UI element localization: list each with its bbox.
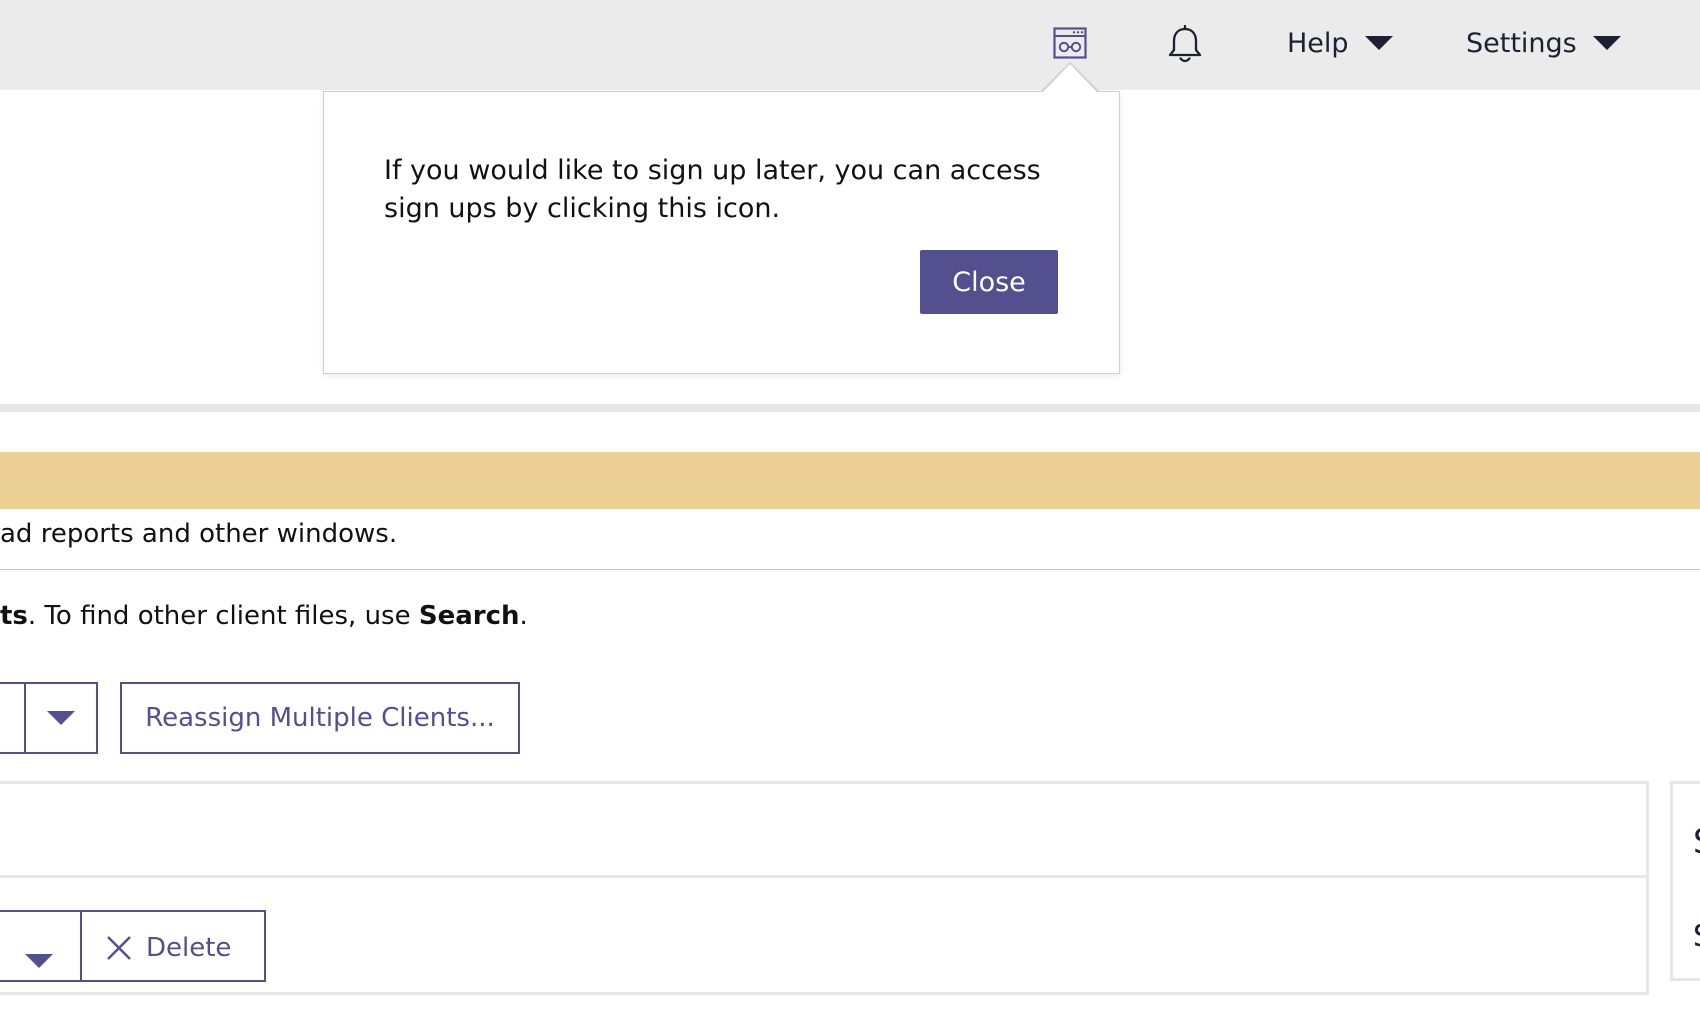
- split-button-main[interactable]: [0, 682, 26, 754]
- top-navigation-bar: Help Settings: [0, 0, 1700, 90]
- instructions-suffix: .: [519, 601, 528, 631]
- side-panel-row: S: [1693, 919, 1700, 954]
- popover-message: If you would like to sign up later, you …: [384, 155, 1041, 224]
- clients-panel-header: [0, 781, 1649, 878]
- warning-divider: [0, 569, 1700, 570]
- side-panel-heading: S: [1693, 822, 1700, 862]
- signups-icon[interactable]: [1053, 27, 1087, 59]
- side-panel: S S: [1670, 781, 1700, 981]
- help-menu[interactable]: Help: [1287, 22, 1393, 66]
- chevron-down-icon: [47, 711, 75, 725]
- instructions-prefix: ts: [0, 601, 28, 631]
- instructions-middle: . To find other client files, use: [27, 601, 419, 631]
- warning-message: ad reports and other windows.: [0, 519, 398, 549]
- search-link[interactable]: Search: [419, 601, 520, 631]
- warning-banner: [0, 452, 1700, 509]
- reassign-multiple-clients-button[interactable]: Reassign Multiple Clients...: [120, 682, 520, 754]
- delete-button-label: Delete: [146, 933, 232, 963]
- split-button-dropdown[interactable]: [24, 682, 98, 754]
- close-button[interactable]: Close: [920, 250, 1058, 314]
- popover-arrow-fill: [1042, 64, 1098, 93]
- chevron-down-icon: [1592, 35, 1621, 50]
- close-icon: [106, 912, 132, 1012]
- bell-icon[interactable]: [1166, 24, 1204, 65]
- settings-menu-label: Settings: [1466, 28, 1577, 59]
- chevron-down-icon: [1364, 35, 1393, 50]
- section-divider: [0, 404, 1700, 412]
- instructions-text: ts. To find other client files, use Sear…: [0, 601, 528, 631]
- chevron-down-icon: [25, 954, 53, 968]
- list-split-button-dropdown[interactable]: [0, 910, 82, 982]
- delete-button[interactable]: Delete: [80, 910, 266, 982]
- signup-tip-popover: If you would like to sign up later, you …: [323, 91, 1120, 374]
- help-menu-label: Help: [1287, 28, 1349, 59]
- settings-menu[interactable]: Settings: [1466, 22, 1621, 66]
